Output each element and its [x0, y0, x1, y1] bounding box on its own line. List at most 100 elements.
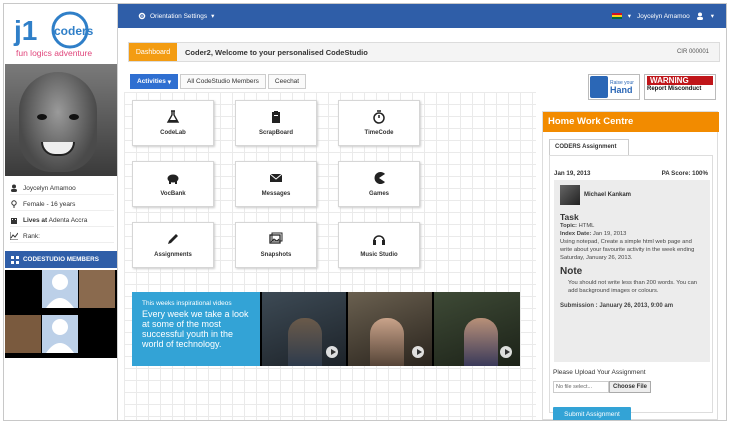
video-thumbnail[interactable] [434, 292, 520, 366]
task-heading: Task [560, 212, 579, 222]
smile [41, 142, 75, 156]
tab-coders-assignment[interactable]: CODERS Assignment [549, 139, 629, 155]
orientation-settings-menu[interactable]: Orientation Settings ▾ [138, 12, 214, 20]
tile-label: Games [368, 191, 389, 197]
upload-label: Please Upload Your Assignment [553, 369, 646, 376]
caret-down-icon: ▾ [211, 13, 215, 20]
pencil-icon [168, 234, 178, 244]
gear-icon [138, 12, 146, 20]
dashboard-badge[interactable]: Dashboard [129, 43, 177, 61]
play-icon [326, 346, 338, 358]
lives-at-value: Adenta Accra [48, 216, 88, 224]
profile-location-row: Lives at Adenta Accra [10, 214, 114, 227]
welcome-header: Dashboard Coder2, Welcome to your person… [128, 42, 720, 62]
app-window: j1 coders fun logics adventure Joycelyn … [3, 3, 727, 421]
member-avatar[interactable] [79, 270, 115, 308]
tab-all-members[interactable]: All CodeStudio Members [179, 74, 266, 89]
svg-text:j1: j1 [13, 15, 37, 46]
tile-messages[interactable]: Messages [235, 161, 317, 207]
tile-music-studio[interactable]: Music Studio [338, 222, 420, 268]
svg-text:coders: coders [54, 24, 94, 38]
default-user-icon [46, 319, 74, 353]
members-title: CODESTUDIO MEMBERS [23, 256, 99, 263]
building-icon [11, 218, 17, 224]
submit-assignment-button[interactable]: Submit Assignment [553, 407, 631, 420]
assignment-author: Michael Kankam [560, 184, 704, 206]
ghana-flag-icon [611, 13, 622, 19]
banner-subtitle: This weeks inspirational videos [142, 300, 232, 307]
banner-text-panel: This weeks inspirational videos Every we… [132, 292, 260, 366]
hand-icon [590, 76, 608, 98]
report-misconduct-button[interactable]: WARNING Report Misconduct [644, 74, 716, 100]
submission-deadline: Submission : January 26, 2013, 9:00 am [560, 303, 674, 309]
eye [69, 114, 79, 120]
misconduct-label: Report Misconduct [647, 86, 702, 92]
pacman-icon [374, 172, 385, 184]
piggy-bank-icon [167, 174, 179, 184]
tile-label: Music Studio [360, 252, 398, 258]
j1coders-logo[interactable]: j1 coders fun logics adventure [10, 10, 110, 62]
index-value: Jan 19, 2013 [592, 231, 627, 237]
warning-label: WARNING [647, 76, 713, 85]
profile-name: Joycelyn Amamoo [23, 184, 76, 192]
video-thumbnail[interactable] [348, 292, 432, 366]
member-avatar[interactable] [5, 270, 41, 308]
svg-text:fun logics adventure: fun logics adventure [16, 48, 92, 58]
member-avatar[interactable] [5, 315, 41, 353]
tile-label: VocBank [160, 191, 186, 197]
user-settings-icon [696, 12, 703, 20]
topbar-user-name: Joycelyn Amamoo [636, 12, 690, 20]
tile-vocbank[interactable]: VocBank [132, 161, 214, 207]
tile-scrapboard[interactable]: ScrapBoard [235, 100, 317, 146]
location-pin-icon [11, 200, 17, 208]
member-avatar[interactable] [42, 315, 78, 353]
task-text: Using notepad, Create a simple html web … [560, 239, 695, 261]
tile-label: ScrapBoard [258, 130, 293, 136]
logo-graphic: j1 coders fun logics adventure [13, 11, 94, 58]
raise-big: Hand [610, 84, 633, 95]
author-avatar [560, 185, 580, 205]
user-menu[interactable]: ▾ Joycelyn Amamoo ▾ [611, 12, 714, 20]
choose-file-button[interactable]: Choose File [609, 381, 652, 393]
tile-label: CodeLab [160, 130, 186, 136]
banner-headline: Every week we take a look at some of the… [142, 309, 249, 349]
inspirational-videos-banner: This weeks inspirational videos Every we… [132, 292, 520, 366]
video-thumbnail[interactable] [262, 292, 346, 366]
caret-down-icon: ▾ [710, 13, 714, 20]
assignment-panel: Michael Kankam Task Topic: HTML Index Da… [554, 180, 710, 362]
location-text: Lives at Adenta Accra [23, 217, 87, 224]
topic-line: Topic: HTML [560, 222, 704, 230]
tab-activities[interactable]: Activities ▾ [130, 74, 178, 89]
grid-icon [11, 255, 19, 264]
tile-games[interactable]: Games [338, 161, 420, 207]
assignment-date: Jan 19, 2013 [554, 170, 591, 177]
caret-down-icon: ▾ [167, 78, 171, 86]
profile-gender-age: Female - 16 years [23, 200, 76, 208]
tile-label: Snapshots [260, 252, 292, 258]
tile-assignments[interactable]: Assignments [132, 222, 214, 268]
pa-score: PA Score: 100% [661, 170, 708, 177]
index-date-line: Index Date: Jan 19, 2013 [560, 230, 704, 238]
flask-icon [166, 110, 180, 123]
lives-at-label: Lives at [23, 216, 48, 224]
speaker-figure [288, 318, 322, 366]
tile-timecode[interactable]: TimeCode [338, 100, 420, 146]
user-icon [11, 184, 17, 192]
envelope-icon [269, 173, 283, 182]
profile-photo[interactable] [5, 64, 117, 176]
raise-hand-button[interactable]: Raise your Hand [588, 74, 640, 100]
member-avatar[interactable] [79, 315, 115, 353]
file-upload: No file select... Choose File [553, 381, 652, 393]
file-input[interactable]: No file select... [553, 381, 609, 393]
eye [37, 114, 47, 120]
note-text: You should not write less than 200 words… [568, 280, 698, 294]
speaker-figure [464, 318, 498, 366]
homework-title: Home Work Centre [543, 112, 719, 132]
default-user-icon [46, 274, 74, 308]
tile-codelab[interactable]: CodeLab [132, 100, 214, 146]
member-avatar[interactable] [42, 270, 78, 308]
author-name: Michael Kankam [584, 192, 632, 198]
tab-ceechat[interactable]: Ceechat [267, 74, 307, 89]
tile-snapshots[interactable]: Snapshots [235, 222, 317, 268]
profile-rank-row: Rank: [10, 230, 114, 243]
